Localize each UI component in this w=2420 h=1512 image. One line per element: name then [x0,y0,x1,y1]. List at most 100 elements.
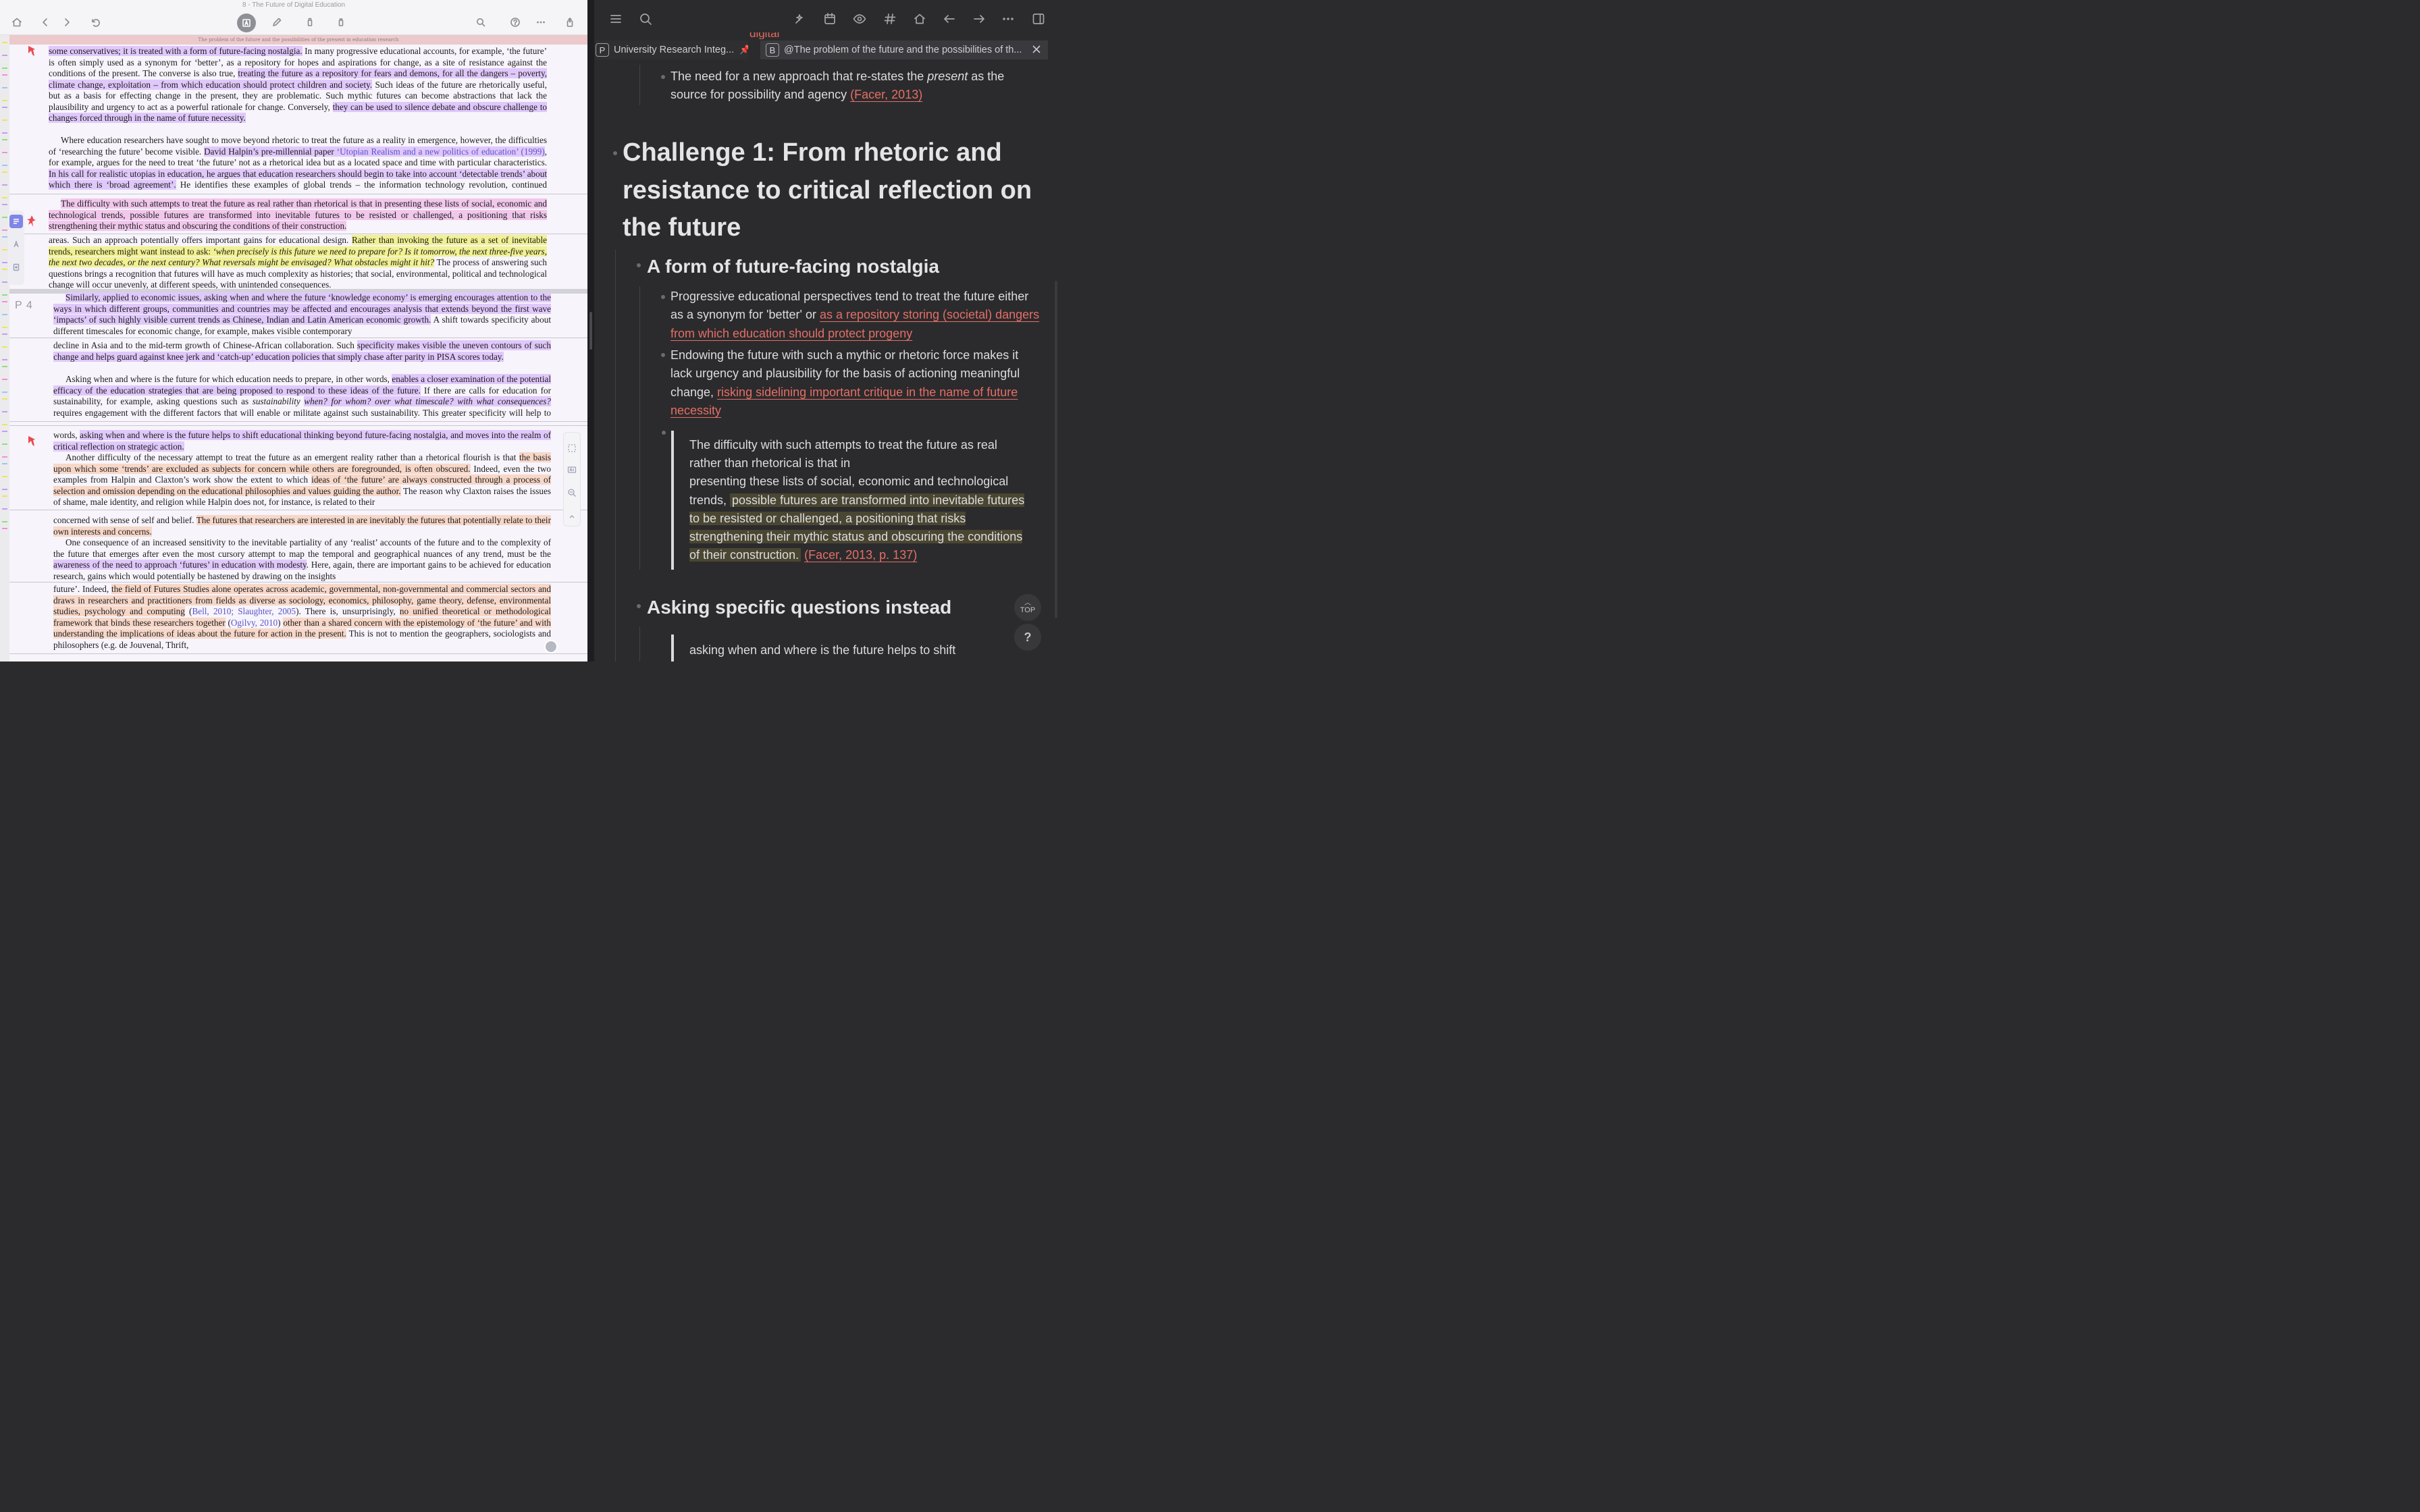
rail-highlight-marker [2,236,7,238]
eraser-icon[interactable] [332,14,350,31]
text-box-icon[interactable] [567,465,578,476]
search-icon[interactable] [472,14,490,31]
highlight-run[interactable]: The difficulty with such attempts to tre… [49,198,547,231]
arrow-left-icon[interactable] [941,11,957,27]
highlight-run[interactable]: when? for whom? over what timescale? wit… [304,396,551,406]
page-slice-divider [9,425,587,426]
eye-icon[interactable] [851,11,868,27]
subheading-nostalgia[interactable]: A form of future-facing nostalgia [647,255,1025,278]
citation-link[interactable]: (Facer, 2013, p. 137) [804,548,917,562]
bullet[interactable] [637,263,641,267]
citation-link[interactable]: risking sidelining important critique in… [670,385,1018,417]
rail-highlight-marker [2,398,7,400]
rail-highlight-marker [2,495,7,497]
more-icon[interactable] [532,14,550,31]
bullet[interactable] [662,431,666,435]
more-icon[interactable] [1000,11,1016,27]
annotation-pin-icon[interactable] [26,435,38,448]
scroll-to-top-button[interactable]: ︿ TOP [1014,594,1041,621]
text-run: Asking when and where is the future for … [65,374,392,384]
rail-highlight-marker [2,165,7,166]
home-icon[interactable] [8,14,26,31]
highlight-run[interactable]: David Halpin’s pre-millennial paper [204,146,337,157]
chevron-up-icon: ︿ [1024,599,1031,607]
close-icon[interactable] [1032,45,1041,54]
arrow-right-icon[interactable] [971,11,987,27]
pdf-text-block[interactable]: some conservatives; it is treated with a… [49,46,547,135]
highlight-run[interactable]: awareness of the need to approach ‘futur… [53,560,307,570]
outline-block[interactable]: The need for a new approach that re-stat… [670,68,1035,105]
pdf-paragraph: Asking when and where is the future for … [53,374,551,418]
rail-highlight-marker [2,68,7,69]
forward-icon[interactable] [58,14,76,31]
flashcards-icon[interactable] [792,11,808,27]
marquee-select-icon[interactable] [567,443,578,454]
highlight-run[interactable]: some conservatives; it is treated with a… [49,46,302,56]
add-page-icon[interactable] [9,261,23,274]
text-tool-icon[interactable] [9,238,23,251]
highlighter-icon[interactable] [301,14,319,31]
annotation-pin-icon[interactable] [26,215,38,228]
help-button[interactable]: ? [1014,624,1041,651]
search-icon[interactable] [637,11,654,27]
calendar-icon[interactable] [822,11,838,27]
highlight-run[interactable]: ‘Utopian Realism and a new politics of e… [336,146,545,157]
citation-link[interactable]: (Facer, 2013) [850,88,922,101]
pdf-text-block[interactable]: words, asking when and where is the futu… [53,430,551,452]
bullet[interactable] [661,75,665,79]
pdf-text-block[interactable]: Where education researchers have sought … [49,135,547,192]
pdf-text-block[interactable]: concerned with sense of self and belief.… [53,515,551,537]
highlight-run[interactable]: asking when and where is the future help… [53,430,551,452]
quote-bar [671,431,674,570]
pdf-text-block[interactable]: areas. Such an approach potentially offe… [49,235,547,289]
pdf-paragraph: concerned with sense of self and belief.… [53,515,551,537]
selection-tool-icon[interactable] [9,215,23,228]
pen-icon[interactable] [268,14,286,31]
tab-current-page[interactable]: B @The problem of the future and the pos… [760,40,1048,59]
text-run: Another difficulty of the necessary atte… [65,452,519,462]
tab-label: @The problem of the future and the possi… [784,45,1022,55]
bullet[interactable] [661,295,665,299]
back-icon[interactable] [36,14,54,31]
menu-icon[interactable] [608,11,624,27]
help-icon[interactable] [506,14,524,31]
scroll-thumb[interactable] [544,640,558,653]
bullet[interactable] [661,353,665,357]
annotation-mode-icon[interactable] [237,14,256,32]
text-run: requires engagement with the different f… [53,407,551,418]
outline-block[interactable]: Endowing the future with such a mythic o… [670,346,1041,420]
bullet[interactable] [613,151,617,155]
section-heading[interactable]: Challenge 1: From rhetoric and resistanc… [623,134,1041,247]
pdf-text-block[interactable]: One consequence of an increased sensitiv… [53,537,551,582]
collapse-icon[interactable] [567,512,578,523]
pdf-text-block[interactable]: decline in Asia and to the mid-term grow… [53,340,551,374]
sidebar-toggle-icon[interactable] [1030,11,1047,27]
tab-university-research[interactable]: P University Research Integ... 📌 [596,40,748,59]
home-icon[interactable] [912,11,928,27]
scrollbar[interactable] [1055,281,1057,618]
quote-block[interactable]: asking when and where is the future help… [689,641,1027,659]
quote-block[interactable]: The difficulty with such attempts to tre… [689,436,1027,564]
outline-block[interactable]: Progressive educational perspectives ten… [670,288,1041,343]
tab-label: University Research Integ... [614,45,735,55]
hashtag-icon[interactable] [882,11,898,27]
undo-icon[interactable] [86,14,104,31]
share-icon[interactable] [561,14,579,31]
zoom-out-icon[interactable] [567,488,578,499]
pdf-reader-pane: 8 - The Future of Digital Education The … [0,0,587,662]
text-run: words, [53,430,80,440]
pdf-text-block[interactable]: Another difficulty of the necessary atte… [53,452,551,508]
text-run[interactable]: Ogilvy, 2010 [231,618,278,628]
rail-highlight-marker [2,366,7,367]
pdf-text-block[interactable]: Similarly, applied to economic issues, a… [53,292,551,337]
annotation-pin-icon[interactable] [26,45,38,58]
pdf-text-block[interactable]: The difficulty with such attempts to tre… [49,198,547,232]
pdf-text-block[interactable]: future’. Indeed, the field of Futures St… [53,584,551,651]
text-run[interactable]: Bell, 2010; Slaughter, 2005 [192,606,296,616]
bullet[interactable] [637,604,641,608]
rail-highlight-marker [2,87,7,88]
subheading-specific-questions[interactable]: Asking specific questions instead [647,596,1025,619]
thumbnail-rail[interactable] [0,35,9,662]
resize-handle[interactable] [589,312,592,350]
pdf-text-block[interactable]: Asking when and where is the future for … [53,374,551,418]
